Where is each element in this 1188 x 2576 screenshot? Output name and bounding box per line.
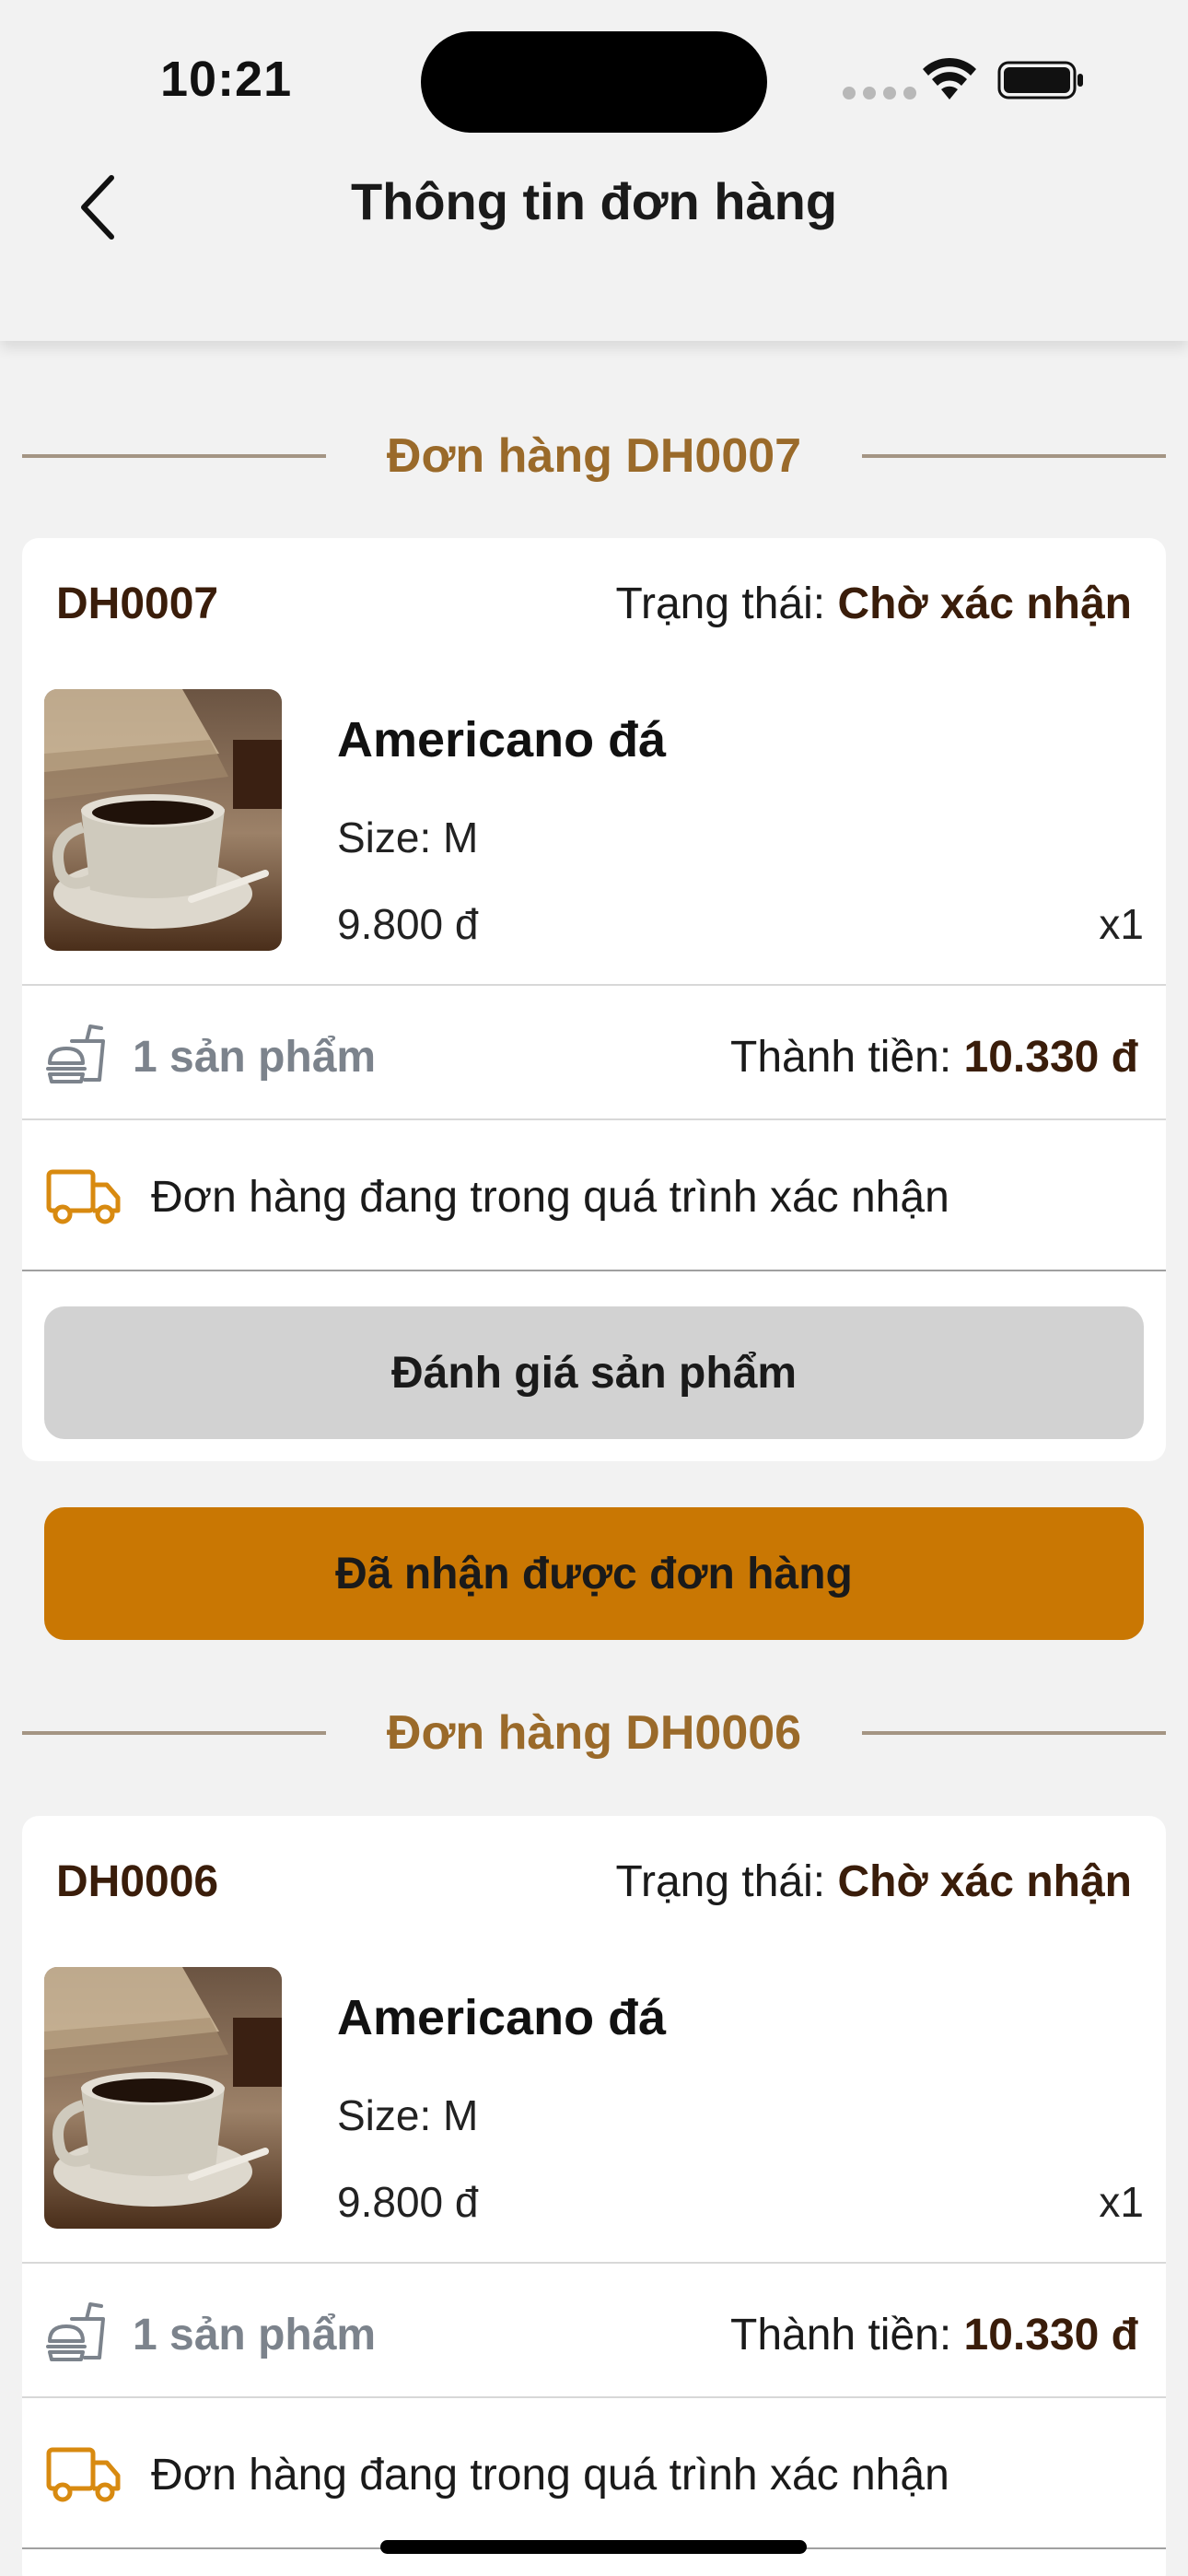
status-value: Chờ xác nhận	[837, 1857, 1132, 1906]
cellular-signal-icon	[843, 87, 916, 100]
order-card-header: DH0006 Trạng thái: Chờ xác nhận	[22, 1816, 1166, 1952]
status-label: Trạng thái:	[615, 580, 826, 628]
delivery-status: Đơn hàng đang trong quá trình xác nhận	[22, 1120, 1166, 1271]
order-id: DH0007	[56, 580, 219, 628]
total-label: Thành tiền:	[730, 1033, 952, 1082]
product-price: 9.800 đ	[337, 2178, 479, 2226]
order-section-header: Đơn hàng DH0007	[22, 419, 1166, 493]
product-quantity: x1	[1099, 900, 1144, 948]
divider-line	[22, 454, 326, 458]
divider-line	[862, 1731, 1166, 1735]
order-status: Trạng thái: Chờ xác nhận	[615, 579, 1132, 629]
wifi-icon	[923, 57, 976, 100]
dynamic-island	[421, 31, 767, 133]
review-product-button[interactable]: Đánh giá sản phẩm	[44, 1306, 1144, 1439]
item-count: 1 sản phẩm	[133, 2311, 377, 2359]
order-section-header: Đơn hàng DH0006	[22, 1696, 1166, 1770]
order-card: DH0006 Trạng thái: Chờ xác nhận American…	[22, 1816, 1166, 2576]
order-card: DH0007 Trạng thái: Chờ xác nhận American…	[22, 538, 1166, 1461]
order-total: Thành tiền: 10.330 đ	[730, 2310, 1138, 2360]
divider-line	[22, 1731, 326, 1735]
battery-icon	[997, 61, 1083, 100]
order-id: DH0006	[56, 1857, 219, 1906]
order-product-row[interactable]: Americano đá Size: M 9.800 đ x1	[22, 1952, 1166, 2264]
order-total: Thành tiền: 10.330 đ	[730, 1032, 1138, 1083]
review-section: Đánh giá sản phẩm	[22, 1271, 1166, 1461]
product-quantity: x1	[1099, 2178, 1144, 2226]
order-product-row[interactable]: Americano đá Size: M 9.800 đ x1	[22, 674, 1166, 986]
product-size: Size: M	[337, 2091, 479, 2139]
total-label: Thành tiền:	[730, 2311, 952, 2359]
top-bar: 10:21 Thông tin đơn hàng	[0, 0, 1188, 341]
total-value: 10.330 đ	[963, 2311, 1138, 2359]
order-card-header: DH0007 Trạng thái: Chờ xác nhận	[22, 538, 1166, 674]
total-value: 10.330 đ	[963, 1033, 1138, 1082]
product-image	[44, 1967, 282, 2229]
page-title: Thông tin đơn hàng	[350, 172, 838, 230]
order-summary: 1 sản phẩm Thành tiền: 10.330 đ	[22, 986, 1166, 1120]
delivery-status-text: Đơn hàng đang trong quá trình xác nhận	[151, 2451, 949, 2500]
fastfood-icon	[46, 1025, 105, 1083]
delivery-status-text: Đơn hàng đang trong quá trình xác nhận	[151, 1173, 949, 1222]
product-name: Americano đá	[337, 1990, 667, 2045]
order-section-title: Đơn hàng DH0007	[386, 429, 802, 483]
home-indicator	[380, 2540, 807, 2554]
delivery-truck-icon	[46, 2447, 121, 2502]
product-name: Americano đá	[337, 712, 667, 767]
status-label: Trạng thái:	[615, 1857, 826, 1906]
status-value: Chờ xác nhận	[837, 580, 1132, 628]
order-status: Trạng thái: Chờ xác nhận	[615, 1856, 1132, 1907]
divider-line	[862, 454, 1166, 458]
order-section-title: Đơn hàng DH0006	[386, 1706, 802, 1760]
order-received-button[interactable]: Đã nhận được đơn hàng	[44, 1507, 1144, 1640]
product-price: 9.800 đ	[337, 900, 479, 948]
delivery-status: Đơn hàng đang trong quá trình xác nhận	[22, 2398, 1166, 2549]
status-time: 10:21	[160, 52, 293, 107]
status-bar: 10:21	[0, 0, 1188, 147]
product-image	[44, 689, 282, 951]
item-count: 1 sản phẩm	[133, 1033, 377, 1082]
order-summary: 1 sản phẩm Thành tiền: 10.330 đ	[22, 2264, 1166, 2398]
product-size: Size: M	[337, 814, 479, 861]
delivery-truck-icon	[46, 1169, 121, 1224]
fastfood-icon	[46, 2302, 105, 2361]
